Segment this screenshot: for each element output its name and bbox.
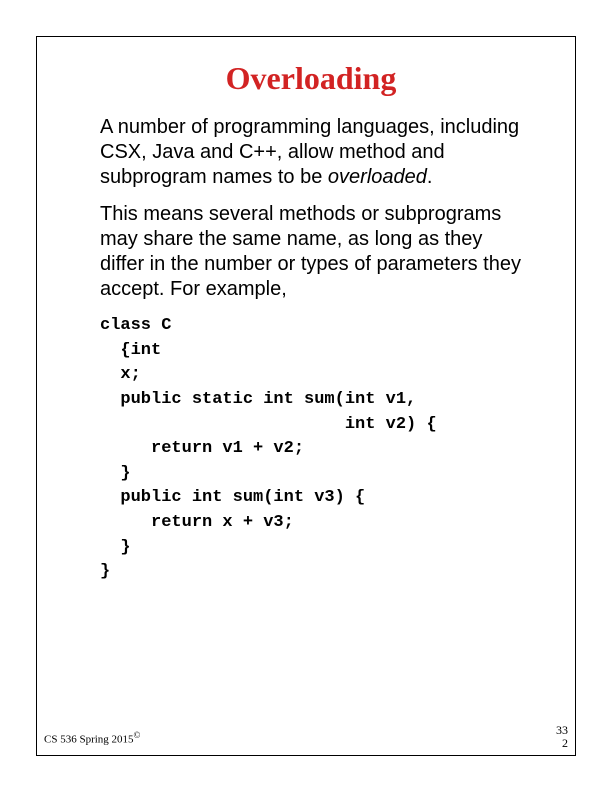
copyright-symbol: © — [134, 730, 141, 740]
page-number-top: 33 — [556, 724, 568, 737]
paragraph-2: This means several methods or subprogram… — [100, 202, 522, 302]
slide-title: Overloading — [100, 60, 522, 97]
footer-left: CS 536 Spring 2015© — [44, 730, 140, 746]
para1-text-c: . — [427, 166, 433, 188]
footer-right: 33 2 — [556, 724, 568, 750]
code-block: class C {int x; public static int sum(in… — [100, 314, 522, 585]
slide-content: Overloading A number of programming lang… — [100, 60, 522, 585]
paragraph-1: A number of programming languages, inclu… — [100, 115, 522, 190]
para1-italic: overloaded — [328, 166, 427, 188]
course-label: CS 536 Spring 2015 — [44, 734, 134, 746]
page-number-bottom: 2 — [556, 737, 568, 750]
para1-text-a: A number of programming languages, inclu… — [100, 116, 519, 188]
